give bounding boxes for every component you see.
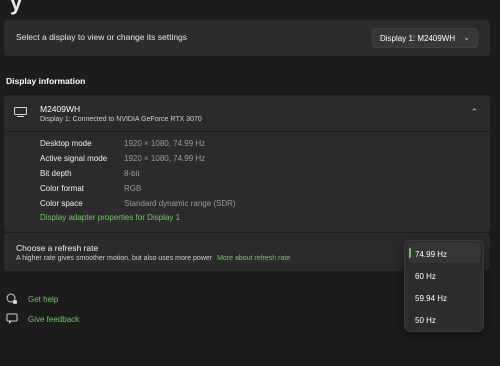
refresh-rate-title: Choose a refresh rate [16, 243, 99, 253]
property-value: RGB [124, 184, 142, 193]
display-dropdown[interactable]: Display 1: M2409WH ⌄ [372, 28, 478, 48]
property-row: Color space Standard dynamic range (SDR) [40, 199, 236, 214]
refresh-rate-dropdown-menu: 74.99 Hz 60 Hz 59.94 Hz 50 Hz [404, 240, 484, 332]
property-value: 1920 × 1080, 74.99 Hz [124, 154, 206, 163]
refresh-rate-option[interactable]: 59.94 Hz [405, 287, 483, 309]
refresh-rate-description: A higher rate gives smoother motion, but… [16, 255, 213, 262]
section-heading-display-information: Display information [6, 76, 86, 86]
property-row: Desktop mode 1920 × 1080, 74.99 Hz [40, 139, 236, 154]
property-key: Bit depth [40, 169, 72, 178]
refresh-rate-option-label: 74.99 Hz [415, 250, 448, 259]
get-help-link[interactable]: Get help [6, 293, 58, 305]
chevron-up-icon[interactable]: ⌃ [470, 107, 478, 118]
refresh-rate-option[interactable]: 60 Hz [405, 265, 483, 287]
selection-indicator [409, 248, 411, 258]
monitor-name: M2409WH [40, 104, 81, 114]
display-dropdown-value: Display 1: M2409WH [380, 34, 456, 43]
feedback-icon [6, 313, 18, 325]
property-value: 8-bit [124, 169, 140, 178]
property-row: Bit depth 8-bit [40, 169, 236, 184]
property-value: 1920 × 1080, 74.99 Hz [124, 139, 206, 148]
property-row: Active signal mode 1920 × 1080, 74.99 Hz [40, 154, 236, 169]
divider [4, 131, 490, 132]
more-about-refresh-rate-link[interactable]: More about refresh rate [217, 255, 290, 262]
get-help-label: Get help [28, 294, 59, 304]
display-information-card: M2409WH Display 1: Connected to NVIDIA G… [4, 95, 490, 232]
refresh-rate-subtitle: A higher rate gives smoother motion, but… [16, 255, 290, 262]
property-key: Color space [40, 199, 83, 208]
property-row: Color format RGB [40, 184, 236, 199]
monitor-icon [14, 107, 27, 117]
display-adapter-properties-link[interactable]: Display adapter properties for Display 1 [40, 213, 180, 222]
chevron-down-icon: ⌄ [463, 33, 470, 42]
help-icon [6, 293, 18, 305]
select-display-card: Select a display to view or change its s… [4, 20, 490, 56]
property-value: Standard dynamic range (SDR) [124, 199, 236, 208]
refresh-rate-option-selected[interactable]: 74.99 Hz [408, 243, 480, 263]
monitor-subtitle: Display 1: Connected to NVIDIA GeForce R… [40, 116, 202, 123]
property-key: Active signal mode [40, 154, 108, 163]
give-feedback-link[interactable]: Give feedback [6, 313, 79, 325]
property-key: Color format [40, 184, 85, 193]
give-feedback-label: Give feedback [28, 314, 80, 324]
property-key: Desktop mode [40, 139, 92, 148]
display-properties-list: Desktop mode 1920 × 1080, 74.99 Hz Activ… [40, 139, 236, 214]
refresh-rate-option[interactable]: 50 Hz [405, 309, 483, 331]
select-display-label: Select a display to view or change its s… [16, 32, 188, 42]
page-title-cut: y [10, 0, 23, 15]
